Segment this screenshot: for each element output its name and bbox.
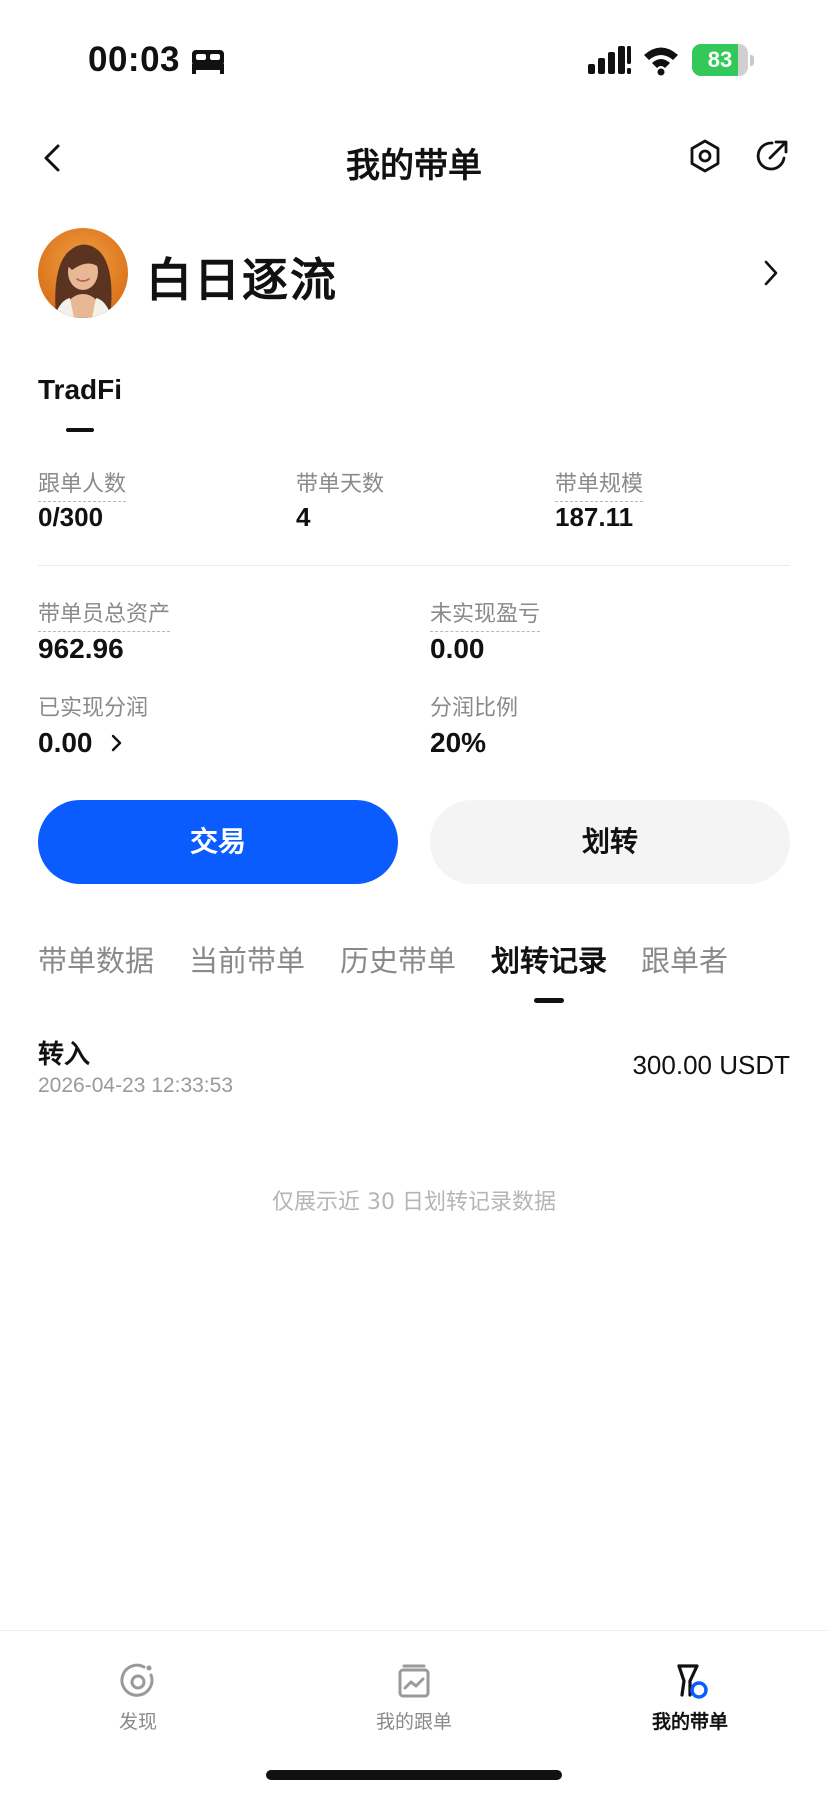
- discover-icon: [120, 1663, 154, 1697]
- days-label: 带单天数: [296, 472, 385, 497]
- account-tab-indicator: [66, 428, 94, 432]
- days-value: 4: [296, 502, 311, 532]
- realized-share-value: 0.00: [38, 727, 93, 758]
- unrealized-pnl-label[interactable]: 未实现盈亏: [430, 600, 541, 632]
- lead-orders-icon: [677, 1664, 708, 1699]
- home-indicator: [266, 1770, 562, 1780]
- tab-transfer-records[interactable]: 划转记录: [491, 938, 607, 980]
- sleep-bed-icon: [192, 50, 224, 74]
- copy-orders-icon: [398, 1664, 430, 1698]
- profile-row[interactable]: 白日逐流: [38, 228, 790, 322]
- avatar: [38, 228, 128, 318]
- realized-share-label: 已实现分润: [38, 696, 149, 721]
- chevron-right-icon: [112, 734, 122, 752]
- unrealized-pnl-value: 0.00: [430, 633, 485, 664]
- tab-history-orders[interactable]: 历史带单: [340, 938, 456, 980]
- bottom-nav-discover-label: 发现: [118, 1711, 157, 1733]
- content-tabs: 带单数据 当前带单 历史带单 划转记录 跟单者: [38, 938, 828, 1008]
- records-note: 仅展示近 30 日划转记录数据: [272, 1190, 556, 1215]
- tab-current-orders[interactable]: 当前带单: [189, 938, 305, 980]
- navigation-bar: 我的带单: [0, 120, 828, 200]
- share-ratio-label: 分润比例: [430, 696, 519, 721]
- stats-divider: [38, 565, 790, 566]
- share-ratio-value: 20%: [430, 727, 487, 758]
- record-amount: 300.00 USDT: [632, 1050, 790, 1080]
- bottom-nav-lead-orders[interactable]: 我的带单: [610, 1661, 770, 1741]
- record-time: 2026-04-23 12:33:53: [38, 1074, 233, 1097]
- bottom-nav-discover[interactable]: 发现: [58, 1661, 218, 1741]
- scale-label[interactable]: 带单规模: [555, 470, 644, 502]
- wifi-icon: [644, 47, 678, 76]
- tab-lead-data[interactable]: 带单数据: [38, 938, 154, 980]
- tab-followers[interactable]: 跟单者: [641, 938, 728, 980]
- share-icon[interactable]: [752, 136, 792, 176]
- total-assets-value: 962.96: [38, 633, 124, 664]
- settings-hexagon-icon[interactable]: [685, 136, 725, 176]
- total-assets-label[interactable]: 带单员总资产: [38, 600, 171, 632]
- battery-percent: 83: [707, 47, 733, 72]
- trade-button[interactable]: 交易: [38, 800, 398, 884]
- followers-value: 0/300: [38, 502, 104, 532]
- realized-share-row[interactable]: 0.00: [38, 728, 124, 758]
- chevron-right-icon: [764, 260, 778, 286]
- account-tab-tradfi[interactable]: TradFi: [38, 374, 122, 406]
- status-bar: 00:03 83: [0, 0, 828, 120]
- profile-name: 白日逐流: [146, 253, 338, 307]
- bottom-nav-copy-orders-label: 我的跟单: [375, 1711, 452, 1733]
- active-tab-indicator: [534, 998, 564, 1003]
- bottom-nav-copy-orders[interactable]: 我的跟单: [334, 1661, 494, 1741]
- transfer-button[interactable]: 划转: [430, 800, 790, 884]
- followers-label[interactable]: 跟单人数: [38, 470, 127, 502]
- record-type: 转入: [38, 1040, 91, 1070]
- scale-value: 187.11: [555, 502, 634, 532]
- bottom-nav-lead-orders-label: 我的带单: [651, 1711, 728, 1733]
- battery-indicator: 83: [692, 44, 754, 76]
- status-time: 00:03: [88, 40, 181, 79]
- cellular-signal-icon: [588, 46, 631, 74]
